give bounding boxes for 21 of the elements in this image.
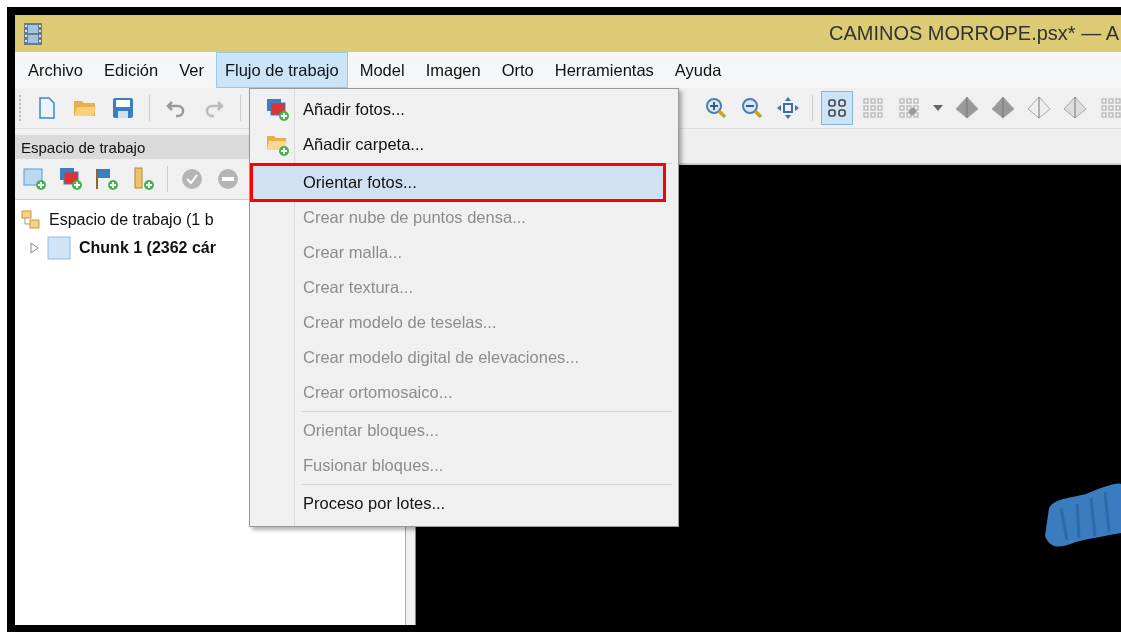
menu-item[interactable]: Ayuda: [665, 52, 731, 88]
menu-item[interactable]: Orto: [492, 52, 543, 88]
menu-item[interactable]: Herramientas: [545, 52, 663, 88]
menu-item[interactable]: Flujo de trabajo: [215, 52, 348, 88]
tree-item[interactable]: Espacio de trabajo (1 b: [49, 211, 214, 229]
window-title: CAMINOS MORROPE.psx* — A: [828, 22, 1119, 45]
menu-item[interactable]: Model: [350, 52, 414, 88]
menu-item[interactable]: Añadir fotos...: [252, 92, 676, 127]
grid-icon[interactable]: [821, 91, 853, 125]
film-icon: [23, 21, 43, 46]
tree-item[interactable]: Chunk 1 (2362 cár: [79, 239, 216, 257]
menu-item[interactable]: Archivo: [19, 52, 93, 88]
menu-item[interactable]: Ver: [170, 52, 213, 88]
chunk-icon: [47, 236, 71, 260]
add-photos-icon: [266, 97, 290, 122]
folder-tree-icon: [21, 210, 41, 230]
expand-arrow-icon[interactable]: [29, 242, 39, 254]
menu-item[interactable]: Orientar fotos...: [252, 165, 664, 200]
menu-item[interactable]: Edición: [95, 52, 168, 88]
menu-item[interactable]: Imagen: [416, 52, 490, 88]
menu-item[interactable]: Proceso por lotes...: [252, 486, 676, 521]
